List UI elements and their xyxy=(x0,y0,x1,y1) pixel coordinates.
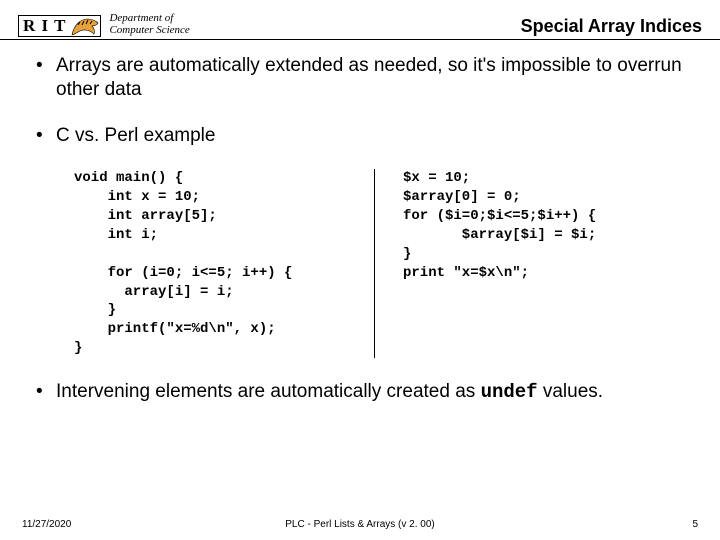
c-code-block: void main() { int x = 10; int array[5]; … xyxy=(74,169,374,358)
slide-title: Special Array Indices xyxy=(521,16,702,39)
footer-page-number: 5 xyxy=(692,519,698,530)
dept-line2: Computer Science xyxy=(109,25,189,37)
rit-letters: R I T xyxy=(19,16,70,36)
department-label: Department of Computer Science xyxy=(109,13,189,36)
rit-logo-box: R I T xyxy=(18,15,101,37)
bullet-3-text-b: values. xyxy=(538,381,603,402)
perl-code-block: $x = 10; $array[0] = 0; for ($i=0;$i<=5;… xyxy=(374,169,674,358)
footer-date: 11/27/2020 xyxy=(22,519,71,530)
tiger-icon xyxy=(70,15,100,37)
slide-content: Arrays are automatically extended as nee… xyxy=(0,40,720,405)
undef-keyword: undef xyxy=(481,381,538,403)
rit-logo: R I T xyxy=(18,13,101,39)
logo-group: R I T Department of Computer Science xyxy=(18,13,190,39)
bullet-3-text-a: Intervening elements are automatically c… xyxy=(56,381,481,402)
slide-footer: 11/27/2020 PLC - Perl Lists & Arrays (v … xyxy=(0,519,720,530)
bullet-list-2: Intervening elements are automatically c… xyxy=(32,380,688,405)
footer-title: PLC - Perl Lists & Arrays (v 2. 00) xyxy=(285,519,435,530)
bullet-1: Arrays are automatically extended as nee… xyxy=(32,54,688,102)
bullet-2: C vs. Perl example xyxy=(32,124,688,148)
slide-header: R I T Department of Computer Science Spe… xyxy=(0,0,720,40)
bullet-list: Arrays are automatically extended as nee… xyxy=(32,54,688,147)
code-comparison: void main() { int x = 10; int array[5]; … xyxy=(74,169,688,358)
bullet-3: Intervening elements are automatically c… xyxy=(32,380,688,405)
